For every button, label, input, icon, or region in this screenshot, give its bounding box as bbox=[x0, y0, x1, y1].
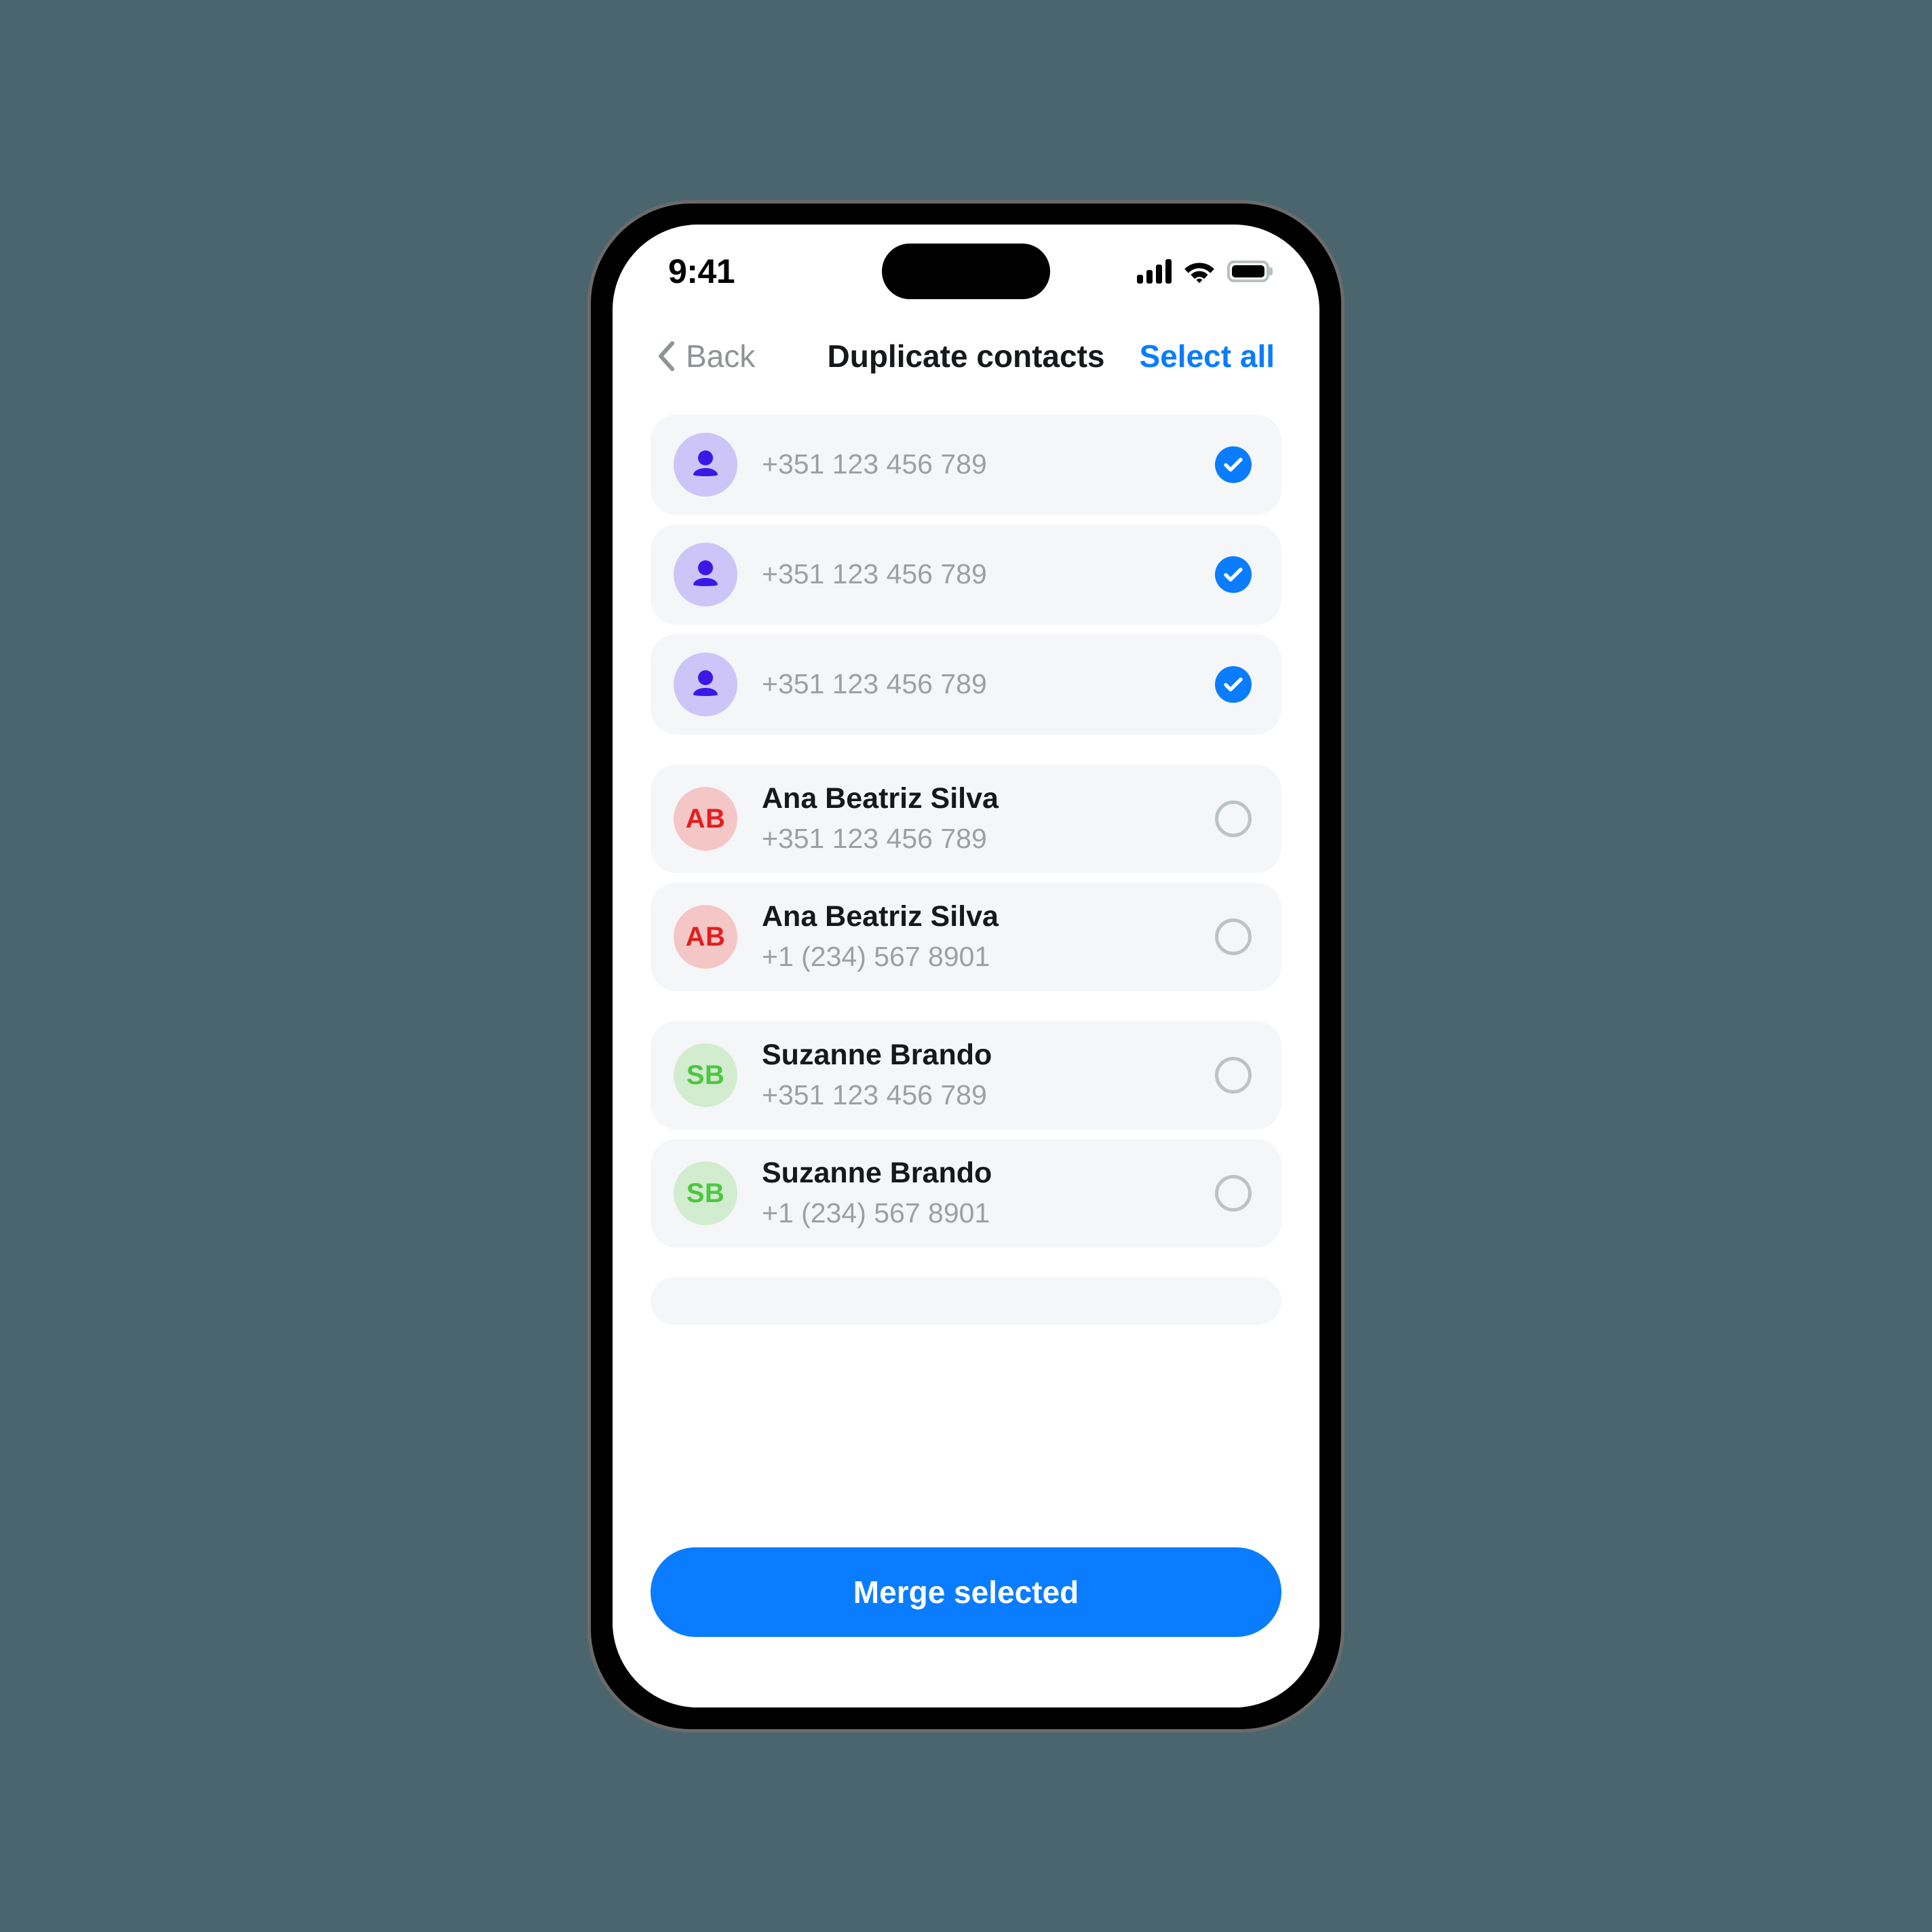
avatar-initials: SB bbox=[674, 1161, 737, 1225]
dynamic-island bbox=[882, 244, 1050, 299]
bottom-action-bar: Merge selected bbox=[613, 1530, 1319, 1707]
checkmark-icon bbox=[1224, 457, 1243, 472]
contact-row-text: +351 123 456 789 bbox=[762, 558, 1215, 591]
avatar-person bbox=[674, 653, 737, 716]
contact-name: Suzanne Brando bbox=[762, 1157, 992, 1190]
select-all-button[interactable]: Select all bbox=[1140, 338, 1275, 374]
person-glyph-icon bbox=[693, 560, 718, 586]
contact-row[interactable]: AB Ana Beatriz Silva +351 123 456 789 bbox=[651, 765, 1281, 873]
contact-group bbox=[651, 1277, 1281, 1325]
contact-row-text: +351 123 456 789 bbox=[762, 448, 1215, 481]
contact-name: Ana Beatriz Silva bbox=[762, 782, 999, 815]
contact-row[interactable]: SB Suzanne Brando +1 (234) 567 8901 bbox=[651, 1139, 1281, 1248]
contact-phone: +351 123 456 789 bbox=[762, 1079, 987, 1110]
avatar-initials: AB bbox=[674, 787, 737, 851]
contact-phone: +351 123 456 789 bbox=[762, 558, 987, 590]
checkbox-unchecked[interactable] bbox=[1215, 1175, 1252, 1212]
checkbox-unchecked[interactable] bbox=[1215, 800, 1252, 837]
contact-phone: +351 123 456 789 bbox=[762, 668, 987, 700]
contact-phone: +351 123 456 789 bbox=[762, 448, 987, 480]
chevron-left-icon bbox=[659, 341, 674, 371]
avatar-person bbox=[674, 543, 737, 606]
avatar-initials: AB bbox=[674, 905, 737, 969]
checkbox-unchecked[interactable] bbox=[1215, 919, 1252, 955]
contact-row-text: Ana Beatriz Silva +351 123 456 789 bbox=[762, 782, 1215, 855]
wifi-icon bbox=[1184, 263, 1214, 283]
checkmark-icon bbox=[1224, 567, 1243, 582]
status-bar-time: 9:41 bbox=[668, 252, 735, 290]
contact-group: +351 123 456 789 +351 123 456 789 +351 123… bbox=[651, 414, 1281, 735]
contact-phone: +1 (234) 567 8901 bbox=[762, 1197, 990, 1229]
phone-screen: 9:41 Back Duplicate contacts Select all … bbox=[613, 225, 1319, 1707]
avatar-person bbox=[674, 433, 737, 497]
contact-row[interactable]: +351 123 456 789 bbox=[651, 524, 1281, 625]
back-button-label: Back bbox=[686, 339, 756, 374]
contact-row-text: Suzanne Brando +351 123 456 789 bbox=[762, 1039, 1215, 1112]
checkmark-icon bbox=[1224, 677, 1243, 692]
contact-row[interactable]: +351 123 456 789 bbox=[651, 634, 1281, 735]
contact-phone: +1 (234) 567 8901 bbox=[762, 940, 990, 972]
status-bar-indicators bbox=[1137, 259, 1269, 284]
cellular-signal-icon bbox=[1137, 259, 1172, 284]
person-glyph-icon bbox=[693, 450, 718, 476]
duplicate-contacts-list[interactable]: +351 123 456 789 +351 123 456 789 +351 123… bbox=[613, 394, 1319, 1530]
merge-selected-button[interactable]: Merge selected bbox=[651, 1547, 1281, 1637]
contact-row[interactable]: AB Ana Beatriz Silva +1 (234) 567 8901 bbox=[651, 883, 1281, 991]
checkbox-checked[interactable] bbox=[1215, 556, 1252, 593]
checkbox-checked[interactable] bbox=[1215, 666, 1252, 703]
contact-row[interactable]: SB Suzanne Brando +351 123 456 789 bbox=[651, 1021, 1281, 1129]
back-button[interactable]: Back bbox=[657, 338, 755, 374]
checkbox-unchecked[interactable] bbox=[1215, 1057, 1252, 1094]
contact-name: Ana Beatriz Silva bbox=[762, 900, 999, 933]
battery-full-icon bbox=[1227, 260, 1269, 282]
nav-bar: Back Duplicate contacts Select all bbox=[613, 318, 1319, 394]
person-glyph-icon bbox=[693, 670, 718, 696]
phone-device: 9:41 Back Duplicate contacts Select all … bbox=[591, 203, 1341, 1729]
contact-group: SB Suzanne Brando +351 123 456 789 SB Suzann… bbox=[651, 1021, 1281, 1248]
avatar-initials: SB bbox=[674, 1043, 737, 1107]
contact-row-partial[interactable] bbox=[651, 1277, 1281, 1325]
contact-row-text: +351 123 456 789 bbox=[762, 668, 1215, 701]
contact-row-text: Ana Beatriz Silva +1 (234) 567 8901 bbox=[762, 900, 1215, 973]
status-bar: 9:41 bbox=[613, 225, 1319, 318]
contact-phone: +351 123 456 789 bbox=[762, 822, 987, 854]
checkbox-checked[interactable] bbox=[1215, 446, 1252, 483]
page-title: Duplicate contacts bbox=[827, 339, 1105, 374]
contact-row-text: Suzanne Brando +1 (234) 567 8901 bbox=[762, 1157, 1215, 1230]
contact-row[interactable]: +351 123 456 789 bbox=[651, 414, 1281, 515]
contact-name: Suzanne Brando bbox=[762, 1039, 992, 1072]
contact-group: AB Ana Beatriz Silva +351 123 456 789 AB Ana… bbox=[651, 765, 1281, 991]
